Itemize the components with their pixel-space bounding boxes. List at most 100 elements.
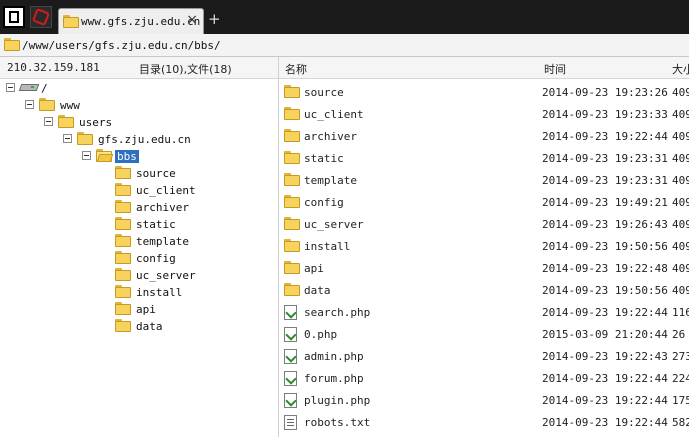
file-name: forum.php: [304, 372, 364, 385]
table-row[interactable]: admin.php 2014-09-23 19:22:43 273: [279, 345, 689, 367]
file-time: 2014-09-23 19:23:33: [542, 108, 668, 121]
table-row[interactable]: 0.php 2015-03-09 21:20:44 26: [279, 323, 689, 345]
column-header: 210.32.159.181 目录(10),文件(18) 名称 时间 大小: [0, 57, 689, 79]
tree-label: install: [136, 286, 183, 299]
file-name: robots.txt: [304, 416, 371, 429]
directory-tree: / www users gfs.zju.edu.cn bbs source uc…: [0, 78, 278, 437]
table-row[interactable]: search.php 2014-09-23 19:22:44 116: [279, 301, 689, 323]
file-name: config: [304, 196, 344, 209]
file-size: 582: [672, 416, 689, 429]
file-name: source: [304, 86, 344, 99]
file-size: 409: [672, 108, 689, 121]
tree-label: data: [136, 320, 163, 333]
file-time: 2014-09-23 19:22:44: [542, 372, 668, 385]
folder-icon: [115, 217, 131, 230]
folder-icon: [115, 268, 131, 281]
address-path[interactable]: /www/users/gfs.zju.edu.cn/bbs/: [22, 39, 221, 52]
file-name: static: [304, 152, 344, 165]
column-name[interactable]: 名称: [285, 61, 307, 77]
close-icon[interactable]: ×: [186, 12, 198, 28]
table-row[interactable]: template 2014-09-23 19:23:31 409: [279, 169, 689, 191]
file-time: 2014-09-23 19:23:31: [542, 152, 668, 165]
file-size: 224: [672, 372, 689, 385]
folder-icon: [115, 234, 131, 247]
table-row[interactable]: forum.php 2014-09-23 19:22:44 224: [279, 367, 689, 389]
file-name: 0.php: [304, 328, 338, 341]
table-row[interactable]: data 2014-09-23 19:50:56 409: [279, 279, 689, 301]
table-row[interactable]: install 2014-09-23 19:50:56 409: [279, 235, 689, 257]
tree-label: www: [60, 99, 80, 112]
php-file-icon: [284, 393, 297, 408]
text-file-icon: [284, 415, 297, 430]
file-size: 409: [672, 174, 689, 187]
file-time: 2014-09-23 19:23:31: [542, 174, 668, 187]
collapse-icon[interactable]: [25, 100, 34, 109]
tree-label: config: [136, 252, 176, 265]
folder-icon: [284, 85, 300, 98]
folder-icon: [284, 173, 300, 186]
open-folder-icon: [96, 149, 114, 162]
collapse-icon[interactable]: [82, 151, 91, 160]
tree-label: archiver: [136, 201, 189, 214]
tree-label: api: [136, 303, 156, 316]
folder-icon: [284, 217, 300, 230]
table-row[interactable]: static 2014-09-23 19:23:31 409: [279, 147, 689, 169]
file-name: install: [304, 240, 351, 253]
table-row[interactable]: uc_server 2014-09-23 19:26:43 409: [279, 213, 689, 235]
tree-label: users: [79, 116, 113, 129]
file-size: 409: [672, 196, 689, 209]
tab-site[interactable]: www.gfs.zju.edu.cn ×: [58, 8, 204, 34]
column-time[interactable]: 时间: [544, 61, 566, 77]
file-time: 2014-09-23 19:50:56: [542, 284, 668, 297]
file-time: 2014-09-23 19:22:44: [542, 416, 668, 429]
folder-icon: [284, 195, 300, 208]
tree-label: gfs.zju.edu.cn: [98, 133, 191, 146]
file-time: 2014-09-23 19:22:48: [542, 262, 668, 275]
file-list: source 2014-09-23 19:23:26 409 uc_client 201…: [279, 79, 689, 437]
table-row[interactable]: api 2014-09-23 19:22:48 409: [279, 257, 689, 279]
tree-label: /: [41, 82, 48, 95]
table-row[interactable]: plugin.php 2014-09-23 19:22:44 175: [279, 389, 689, 411]
tab-bar: www.gfs.zju.edu.cn × +: [0, 0, 689, 35]
php-file-icon: [284, 371, 297, 386]
file-name: search.php: [304, 306, 371, 319]
file-size: 273: [672, 350, 689, 363]
tree-label: uc_server: [136, 269, 196, 282]
stop-icon[interactable]: [30, 6, 52, 28]
folder-icon: [284, 283, 300, 296]
collapse-icon[interactable]: [63, 134, 72, 143]
tree-label: uc_client: [136, 184, 196, 197]
folder-icon: [284, 239, 300, 252]
address-bar[interactable]: /www/users/gfs.zju.edu.cn/bbs/: [0, 34, 689, 57]
file-time: 2014-09-23 19:22:43: [542, 350, 668, 363]
file-size: 409: [672, 284, 689, 297]
table-row[interactable]: robots.txt 2014-09-23 19:22:44 582: [279, 411, 689, 433]
folder-icon: [115, 302, 131, 315]
new-tab-button[interactable]: +: [208, 10, 221, 28]
folder-icon: [115, 183, 131, 196]
file-size: 409: [672, 262, 689, 275]
server-ip: 210.32.159.181: [7, 61, 100, 74]
file-time: 2014-09-23 19:22:44: [542, 306, 668, 319]
app-menu-icon[interactable]: [3, 6, 25, 28]
table-row[interactable]: config 2014-09-23 19:49:21 409: [279, 191, 689, 213]
folder-icon: [284, 129, 300, 142]
folder-icon: [115, 251, 131, 264]
column-size[interactable]: 大小: [672, 61, 689, 77]
table-row[interactable]: source 2014-09-23 19:23:26 409: [279, 81, 689, 103]
file-time: 2014-09-23 19:22:44: [542, 394, 668, 407]
file-size: 409: [672, 218, 689, 231]
folder-icon: [115, 200, 131, 213]
table-row[interactable]: uc_client 2014-09-23 19:23:33 409: [279, 103, 689, 125]
tree-label: template: [136, 235, 189, 248]
folder-icon: [115, 285, 131, 298]
folder-icon: [63, 15, 79, 28]
collapse-icon[interactable]: [44, 117, 53, 126]
file-size: 26: [672, 328, 686, 341]
table-row[interactable]: archiver 2014-09-23 19:22:44 409: [279, 125, 689, 147]
collapse-icon[interactable]: [6, 83, 15, 92]
php-file-icon: [284, 327, 297, 342]
file-time: 2014-09-23 19:22:44: [542, 130, 668, 143]
file-time: 2014-09-23 19:23:26: [542, 86, 668, 99]
folder-icon: [284, 107, 300, 120]
